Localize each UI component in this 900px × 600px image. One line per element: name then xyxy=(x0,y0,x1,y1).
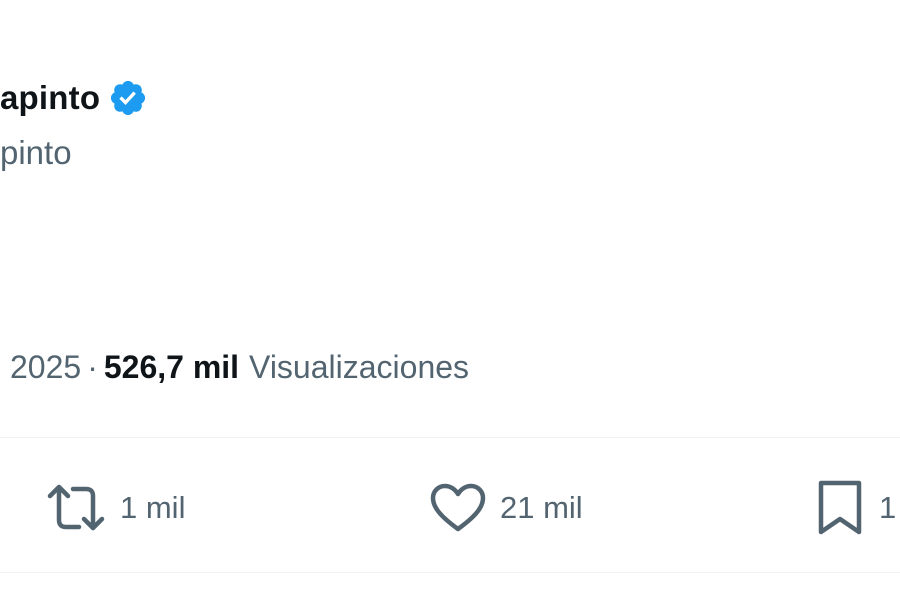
bookmark-button[interactable]: 1 xyxy=(815,478,896,538)
retweet-icon xyxy=(46,482,106,534)
retweet-button[interactable]: 1 mil xyxy=(46,478,185,538)
like-button[interactable]: 21 mil xyxy=(430,478,583,538)
author-display-name-row[interactable]: apinto xyxy=(0,76,148,120)
views-count: 526,7 mil xyxy=(103,348,240,385)
tweet-detail: apinto pinto 2025 · 526,7 mil Visualizac… xyxy=(0,0,900,600)
meta-separator: · xyxy=(87,348,98,385)
bookmark-icon xyxy=(815,480,865,536)
heart-icon xyxy=(430,483,486,533)
verified-badge-icon xyxy=(108,78,148,118)
author-handle[interactable]: pinto xyxy=(0,134,72,172)
author-display-name[interactable]: apinto xyxy=(0,79,100,117)
views-label: Visualizaciones xyxy=(249,348,470,385)
bookmark-count: 1 xyxy=(879,490,897,525)
divider xyxy=(0,437,900,438)
like-count: 21 mil xyxy=(500,490,583,525)
tweet-date[interactable]: 2025 xyxy=(10,349,81,386)
tweet-meta: 2025 · 526,7 mil Visualizaciones xyxy=(10,346,469,388)
retweet-count: 1 mil xyxy=(120,490,186,525)
divider xyxy=(0,572,900,573)
